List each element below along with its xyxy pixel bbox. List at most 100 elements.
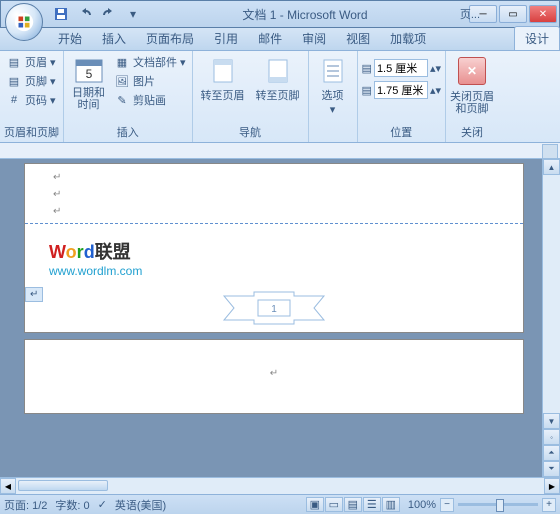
header-button[interactable]: ▤页眉▾ bbox=[4, 53, 58, 71]
quick-access-toolbar: ▾ bbox=[51, 4, 143, 24]
header-top-input[interactable] bbox=[374, 59, 428, 77]
outline-view-icon[interactable]: ☰ bbox=[363, 497, 381, 512]
zoom-control: 100% − + bbox=[408, 498, 556, 512]
undo-icon[interactable] bbox=[75, 4, 95, 24]
datetime-button[interactable]: 5 日期和 时间 bbox=[68, 53, 109, 113]
group-insert: 5 日期和 时间 ▦文档部件▾ 🖼图片 ✎剪贴画 插入 bbox=[64, 51, 193, 142]
tab-pagelayout[interactable]: 页面布局 bbox=[136, 27, 204, 50]
close-icon: ✕ bbox=[467, 64, 477, 78]
picture-icon: 🖼 bbox=[114, 73, 130, 89]
page-2[interactable]: ↵ bbox=[24, 339, 524, 414]
status-language[interactable]: 英语(美国) bbox=[115, 497, 166, 513]
ribbon: ▤页眉▾ ▤页脚▾ #页码▾ 页眉和页脚 5 日期和 时间 ▦文档部件▾ 🖼图片… bbox=[0, 51, 560, 143]
scroll-left-icon[interactable]: ◀ bbox=[0, 478, 16, 494]
zoom-level[interactable]: 100% bbox=[408, 499, 436, 511]
status-words[interactable]: 字数: 0 bbox=[55, 497, 89, 513]
maximize-button[interactable]: ▭ bbox=[499, 5, 527, 23]
paragraph-mark: ↵ bbox=[53, 206, 495, 217]
browse-select-icon[interactable]: ◦ bbox=[543, 429, 560, 445]
dropdown-icon: ▾ bbox=[50, 75, 56, 88]
group-label: 位置 bbox=[362, 123, 441, 142]
next-page-icon[interactable]: ⏷ bbox=[543, 461, 560, 477]
tab-references[interactable]: 引用 bbox=[204, 27, 248, 50]
proofing-icon[interactable]: ✓ bbox=[98, 498, 107, 511]
fullscreen-view-icon[interactable]: ▭ bbox=[325, 497, 343, 512]
group-label: 插入 bbox=[68, 123, 188, 142]
group-label: 关闭 bbox=[450, 123, 494, 142]
web-layout-view-icon[interactable]: ▤ bbox=[344, 497, 362, 512]
quickparts-button[interactable]: ▦文档部件▾ bbox=[112, 53, 188, 71]
zoom-slider[interactable] bbox=[458, 503, 538, 506]
close-header-footer-button[interactable]: ✕ bbox=[458, 57, 486, 85]
goto-header-icon bbox=[207, 55, 239, 87]
scroll-up-icon[interactable]: ▲ bbox=[543, 159, 560, 175]
hscroll-track[interactable] bbox=[16, 478, 544, 494]
options-button[interactable]: 选项▾ bbox=[313, 53, 353, 118]
paragraph-mark: ↵ bbox=[53, 368, 495, 379]
page-1[interactable]: ↵ ↵ ↵ Word联盟 www.wordlm.com ↵ 1 bbox=[24, 163, 524, 333]
spinner-icon[interactable]: ▴▾ bbox=[430, 62, 441, 75]
watermark-url: www.wordlm.com bbox=[49, 264, 142, 278]
scroll-right-icon[interactable]: ▶ bbox=[544, 478, 560, 494]
vertical-scrollbar[interactable]: ▲ ▼ ◦ ⏶ ⏷ bbox=[542, 159, 560, 477]
group-label bbox=[313, 139, 353, 142]
horizontal-ruler[interactable] bbox=[0, 143, 560, 159]
group-label: 导航 bbox=[197, 123, 304, 142]
save-icon[interactable] bbox=[51, 4, 71, 24]
tab-home[interactable]: 开始 bbox=[48, 27, 92, 50]
group-label: 页眉和页脚 bbox=[4, 123, 59, 142]
watermark: Word联盟 www.wordlm.com bbox=[49, 238, 142, 278]
footer-pagenum-banner[interactable]: 1 bbox=[214, 290, 334, 326]
goto-footer-button[interactable]: 转至页脚 bbox=[252, 53, 304, 105]
page-scroll[interactable]: ↵ ↵ ↵ Word联盟 www.wordlm.com ↵ 1 ↵ bbox=[0, 159, 542, 477]
hscroll-thumb[interactable] bbox=[18, 480, 108, 491]
redo-icon[interactable] bbox=[99, 4, 119, 24]
tab-design[interactable]: 设计 bbox=[514, 26, 560, 50]
draft-view-icon[interactable]: ▥ bbox=[382, 497, 400, 512]
footer-bottom-input[interactable] bbox=[374, 81, 428, 99]
bottom-margin-icon: ▤ bbox=[362, 84, 372, 97]
office-button[interactable] bbox=[5, 3, 43, 41]
footer-region-tab: ↵ bbox=[25, 287, 43, 302]
tab-mailings[interactable]: 邮件 bbox=[248, 27, 292, 50]
picture-button[interactable]: 🖼图片 bbox=[112, 72, 188, 90]
header-icon: ▤ bbox=[6, 54, 22, 70]
dropdown-icon: ▾ bbox=[50, 56, 56, 69]
clipart-button[interactable]: ✎剪贴画 bbox=[112, 91, 188, 109]
header-from-top: ▤ ▴▾ bbox=[362, 59, 441, 77]
footer-icon: ▤ bbox=[6, 73, 22, 89]
scroll-track[interactable] bbox=[543, 175, 560, 413]
tab-insert[interactable]: 插入 bbox=[92, 27, 136, 50]
tab-view[interactable]: 视图 bbox=[336, 27, 380, 50]
title-bar: ▾ 文档 1 - Microsoft Word 页... ─ ▭ ✕ bbox=[0, 0, 560, 28]
horizontal-scrollbar[interactable]: ◀ ▶ bbox=[0, 477, 560, 494]
dropdown-icon: ▾ bbox=[330, 103, 336, 116]
status-page[interactable]: 页面: 1/2 bbox=[4, 497, 47, 513]
tab-addins[interactable]: 加载项 bbox=[380, 27, 436, 50]
goto-header-button[interactable]: 转至页眉 bbox=[197, 53, 249, 105]
svg-text:5: 5 bbox=[85, 67, 92, 81]
close-button[interactable]: ✕ bbox=[529, 5, 557, 23]
watermark-brand: Word联盟 bbox=[49, 238, 142, 264]
document-area: ↵ ↵ ↵ Word联盟 www.wordlm.com ↵ 1 ↵ ▲ ▼ bbox=[0, 159, 560, 477]
top-margin-icon: ▤ bbox=[362, 62, 372, 75]
group-header-footer: ▤页眉▾ ▤页脚▾ #页码▾ 页眉和页脚 bbox=[0, 51, 64, 142]
zoom-in-button[interactable]: + bbox=[542, 498, 556, 512]
pagenum-button[interactable]: #页码▾ bbox=[4, 91, 58, 109]
zoom-out-button[interactable]: − bbox=[440, 498, 454, 512]
group-options: 选项▾ bbox=[309, 51, 358, 142]
spinner-icon[interactable]: ▴▾ bbox=[430, 84, 441, 97]
group-navigation: 转至页眉 转至页脚 导航 bbox=[193, 51, 309, 142]
qat-dropdown-icon[interactable]: ▾ bbox=[123, 4, 143, 24]
group-close: ✕ 关闭页眉 和页脚 关闭 bbox=[446, 51, 498, 142]
footer-separator bbox=[25, 223, 523, 224]
scroll-down-icon[interactable]: ▼ bbox=[543, 413, 560, 429]
group-position: ▤ ▴▾ ▤ ▴▾ 位置 bbox=[358, 51, 446, 142]
prev-page-icon[interactable]: ⏶ bbox=[543, 445, 560, 461]
print-layout-view-icon[interactable]: ▣ bbox=[306, 497, 324, 512]
tab-review[interactable]: 审阅 bbox=[292, 27, 336, 50]
calendar-icon: 5 bbox=[73, 55, 105, 87]
footer-button[interactable]: ▤页脚▾ bbox=[4, 72, 58, 90]
window-controls: ─ ▭ ✕ bbox=[467, 5, 557, 23]
ribbon-tabs: 开始 插入 页面布局 引用 邮件 审阅 视图 加载项 设计 bbox=[0, 28, 560, 51]
